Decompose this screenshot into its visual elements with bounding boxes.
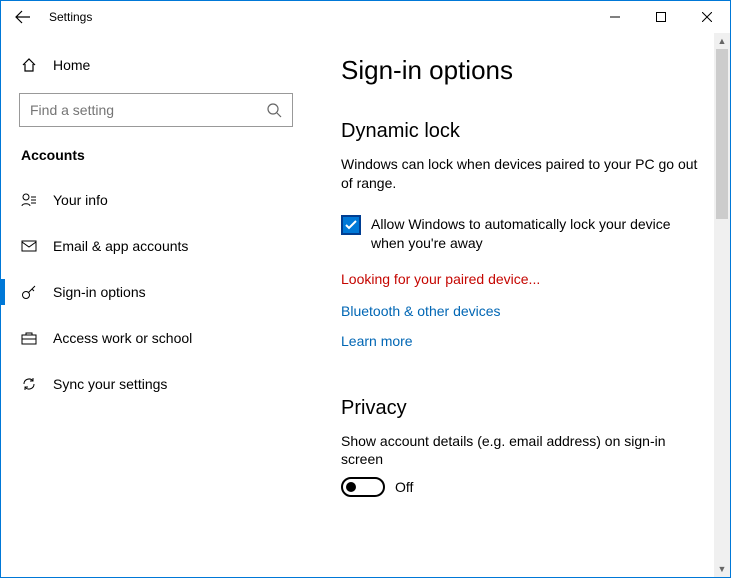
minimize-button[interactable] [592, 1, 638, 33]
key-icon [19, 284, 39, 300]
dynamic-lock-checkbox-row[interactable]: Allow Windows to automatically lock your… [341, 215, 700, 253]
sync-icon [19, 376, 39, 392]
maximize-button[interactable] [638, 1, 684, 33]
briefcase-icon [19, 330, 39, 346]
privacy-title: Privacy [341, 397, 700, 420]
window-title: Settings [49, 10, 92, 24]
search-icon [266, 102, 282, 118]
bluetooth-link[interactable]: Bluetooth & other devices [341, 303, 700, 319]
section-title: Accounts [19, 147, 293, 163]
titlebar: Settings [1, 1, 730, 33]
mail-icon [19, 238, 39, 254]
page-title: Sign-in options [341, 55, 700, 86]
home-icon [19, 57, 39, 73]
back-arrow-icon [15, 9, 31, 25]
main-content: Sign-in options Dynamic lock Windows can… [311, 33, 730, 577]
minimize-icon [610, 12, 620, 22]
toggle-state-label: Off [395, 479, 413, 495]
dynamic-lock-description: Windows can lock when devices paired to … [341, 155, 700, 193]
toggle-knob [346, 482, 356, 492]
person-icon [19, 192, 39, 208]
nav-label: Sign-in options [53, 284, 146, 300]
checkbox[interactable] [341, 215, 361, 235]
nav-item-work[interactable]: Access work or school [1, 315, 311, 361]
nav-item-your-info[interactable]: Your info [1, 177, 311, 223]
nav-item-email[interactable]: Email & app accounts [1, 223, 311, 269]
maximize-icon [656, 12, 666, 22]
dynamic-lock-title: Dynamic lock [341, 120, 700, 143]
scroll-down-icon[interactable]: ▼ [714, 561, 730, 577]
scroll-thumb[interactable] [716, 49, 728, 219]
nav-label: Your info [53, 192, 108, 208]
close-button[interactable] [684, 1, 730, 33]
learn-more-link[interactable]: Learn more [341, 333, 700, 349]
close-icon [702, 12, 712, 22]
scroll-up-icon[interactable]: ▲ [714, 33, 730, 49]
search-input[interactable] [30, 102, 266, 118]
nav-label: Sync your settings [53, 376, 167, 392]
scroll-track[interactable] [714, 49, 730, 561]
pairing-status: Looking for your paired device... [341, 271, 700, 287]
home-label: Home [53, 57, 90, 73]
scrollbar[interactable]: ▲ ▼ [714, 33, 730, 577]
home-nav[interactable]: Home [19, 45, 293, 85]
nav-item-sync[interactable]: Sync your settings [1, 361, 311, 407]
privacy-toggle[interactable] [341, 477, 385, 497]
privacy-description: Show account details (e.g. email address… [341, 432, 700, 470]
nav-label: Access work or school [53, 330, 192, 346]
nav-list: Your info Email & app accounts Sign-in o… [1, 177, 311, 407]
checkmark-icon [344, 218, 358, 232]
nav-label: Email & app accounts [53, 238, 188, 254]
checkbox-label: Allow Windows to automatically lock your… [371, 215, 700, 253]
back-button[interactable] [1, 1, 45, 33]
search-box[interactable] [19, 93, 293, 127]
nav-item-signin[interactable]: Sign-in options [1, 269, 311, 315]
sidebar: Home Accounts Your info Email & app acco… [1, 33, 311, 577]
